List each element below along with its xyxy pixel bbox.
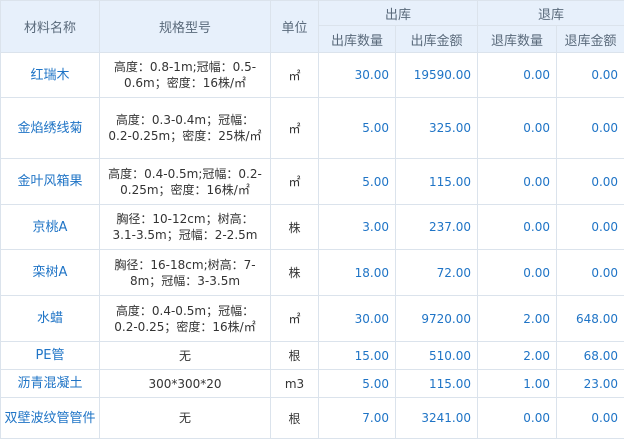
header-out-amount[interactable]: 出库金额 xyxy=(394,25,479,53)
out-quantity-cell: 30.00 xyxy=(318,52,396,98)
header-material-name[interactable]: 材料名称 xyxy=(0,0,100,53)
spec-cell: 高度：0.4-0.5m；冠幅：0.2-0.25；密度：16株/㎡ xyxy=(99,295,271,342)
material-name-link[interactable]: 京桃A xyxy=(0,204,100,250)
return-amount-cell: 0.00 xyxy=(556,249,624,296)
table-row[interactable]: 红瑞木 高度：0.8-1m;冠幅：0.5-0.6m；密度：16株/㎡ ㎡ 30.… xyxy=(0,52,624,98)
material-name-link[interactable]: 双壁波纹管管件 xyxy=(0,397,100,439)
spec-cell: 300*300*20 xyxy=(99,369,271,398)
return-quantity-cell: 0.00 xyxy=(477,204,558,250)
table-row[interactable]: 栾树A 胸径：16-18cm;树高：7-8m；冠幅：3-3.5m 株 18.00… xyxy=(0,249,624,296)
unit-cell: ㎡ xyxy=(270,52,319,98)
unit-cell: 根 xyxy=(270,397,319,439)
table-row[interactable]: 金叶风箱果 高度：0.4-0.5m;冠幅：0.2-0.25m；密度：16株/㎡ … xyxy=(0,158,624,205)
table-row[interactable]: 双壁波纹管管件 无 根 7.00 3241.00 0.00 0.00 xyxy=(0,397,624,439)
header-group-out: 出库 xyxy=(317,0,479,26)
return-quantity-cell: 2.00 xyxy=(477,341,558,370)
return-amount-cell: 648.00 xyxy=(556,295,624,342)
spec-cell: 无 xyxy=(99,397,271,439)
out-amount-cell: 9720.00 xyxy=(394,295,479,342)
spec-cell: 胸径：16-18cm;树高：7-8m；冠幅：3-3.5m xyxy=(99,249,271,296)
header-return-amount[interactable]: 退库金额 xyxy=(556,25,624,53)
return-quantity-cell: 0.00 xyxy=(477,97,558,159)
unit-cell: 根 xyxy=(270,341,319,370)
return-amount-cell: 68.00 xyxy=(556,341,624,370)
material-name-link[interactable]: 沥青混凝土 xyxy=(0,369,100,398)
unit-cell: ㎡ xyxy=(270,158,319,205)
return-amount-cell: 0.00 xyxy=(556,397,624,439)
material-name-link[interactable]: 红瑞木 xyxy=(0,52,100,98)
spec-cell: 高度：0.8-1m;冠幅：0.5-0.6m；密度：16株/㎡ xyxy=(99,52,271,98)
spec-cell: 无 xyxy=(99,341,271,370)
out-amount-cell: 115.00 xyxy=(394,369,479,398)
return-quantity-cell: 0.00 xyxy=(477,158,558,205)
unit-cell: 株 xyxy=(270,249,319,296)
material-name-link[interactable]: PE管 xyxy=(0,341,100,370)
unit-cell: m3 xyxy=(270,369,319,398)
out-amount-cell: 115.00 xyxy=(394,158,479,205)
return-amount-cell: 0.00 xyxy=(556,52,624,98)
header-group-return: 退库 xyxy=(477,0,624,26)
return-amount-cell: 0.00 xyxy=(556,204,624,250)
unit-cell: ㎡ xyxy=(270,97,319,159)
out-amount-cell: 3241.00 xyxy=(394,397,479,439)
unit-cell: 株 xyxy=(270,204,319,250)
out-quantity-cell: 5.00 xyxy=(318,369,396,398)
out-amount-cell: 72.00 xyxy=(394,249,479,296)
unit-cell: ㎡ xyxy=(270,295,319,342)
out-quantity-cell: 15.00 xyxy=(318,341,396,370)
return-amount-cell: 23.00 xyxy=(556,369,624,398)
return-quantity-cell: 0.00 xyxy=(477,397,558,439)
spec-cell: 高度：0.4-0.5m;冠幅：0.2-0.25m；密度：16株/㎡ xyxy=(99,158,271,205)
header-spec-model[interactable]: 规格型号 xyxy=(99,0,271,53)
material-name-link[interactable]: 金焰绣线菊 xyxy=(0,97,100,159)
return-quantity-cell: 2.00 xyxy=(477,295,558,342)
table-row[interactable]: 沥青混凝土 300*300*20 m3 5.00 115.00 1.00 23.… xyxy=(0,369,624,398)
return-amount-cell: 0.00 xyxy=(556,97,624,159)
material-name-link[interactable]: 金叶风箱果 xyxy=(0,158,100,205)
table-row[interactable]: 金焰绣线菊 高度：0.3-0.4m；冠幅：0.2-0.25m；密度：25株/㎡ … xyxy=(0,97,624,159)
return-quantity-cell: 0.00 xyxy=(477,249,558,296)
out-quantity-cell: 5.00 xyxy=(318,97,396,159)
out-quantity-cell: 3.00 xyxy=(318,204,396,250)
material-stock-table: 材料名称 规格型号 单位 出库 退库 出库数量 出库金额 退库数量 退库金额 红… xyxy=(0,0,624,439)
out-quantity-cell: 5.00 xyxy=(318,158,396,205)
spec-cell: 胸径：10-12cm；树高：3.1-3.5m；冠幅：2-2.5m xyxy=(99,204,271,250)
out-quantity-cell: 30.00 xyxy=(318,295,396,342)
out-amount-cell: 237.00 xyxy=(394,204,479,250)
out-quantity-cell: 7.00 xyxy=(318,397,396,439)
out-quantity-cell: 18.00 xyxy=(318,249,396,296)
out-amount-cell: 19590.00 xyxy=(394,52,479,98)
material-name-link[interactable]: 水蜡 xyxy=(0,295,100,342)
header-unit[interactable]: 单位 xyxy=(270,0,319,53)
return-quantity-cell: 0.00 xyxy=(477,52,558,98)
spec-cell: 高度：0.3-0.4m；冠幅：0.2-0.25m；密度：25株/㎡ xyxy=(99,97,271,159)
header-out-quantity[interactable]: 出库数量 xyxy=(318,25,396,53)
return-amount-cell: 0.00 xyxy=(556,158,624,205)
material-name-link[interactable]: 栾树A xyxy=(0,249,100,296)
table-row[interactable]: 京桃A 胸径：10-12cm；树高：3.1-3.5m；冠幅：2-2.5m 株 3… xyxy=(0,204,624,250)
header-return-quantity[interactable]: 退库数量 xyxy=(477,25,558,53)
table-row[interactable]: PE管 无 根 15.00 510.00 2.00 68.00 xyxy=(0,341,624,370)
out-amount-cell: 510.00 xyxy=(394,341,479,370)
return-quantity-cell: 1.00 xyxy=(477,369,558,398)
out-amount-cell: 325.00 xyxy=(394,97,479,159)
table-row[interactable]: 水蜡 高度：0.4-0.5m；冠幅：0.2-0.25；密度：16株/㎡ ㎡ 30… xyxy=(0,295,624,342)
